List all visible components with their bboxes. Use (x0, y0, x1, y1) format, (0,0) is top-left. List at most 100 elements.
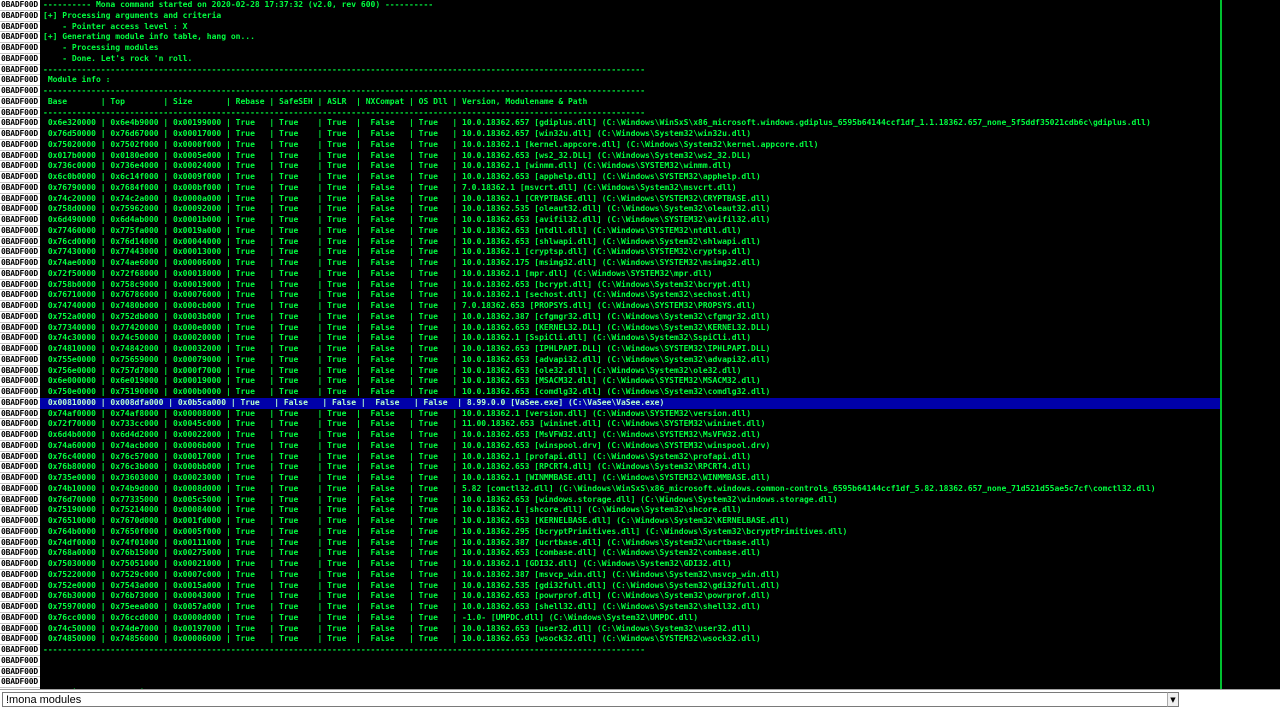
log-line[interactable]: 0BADF00D 0x6e000000 | 0x6e019000 | 0x000… (0, 376, 1220, 387)
log-line[interactable]: 0BADF00D 0x017b0000 | 0x0180e000 | 0x000… (0, 150, 1220, 162)
log-line[interactable]: 0BADF00D 0x6c0b0000 | 0x6c14f000 | 0x000… (0, 172, 1220, 183)
log-line[interactable]: 0BADF00D 0x736c0000 | 0x736e4000 | 0x000… (0, 161, 1220, 172)
log-line[interactable]: 0BADF00D 0x75190000 | 0x75214000 | 0x000… (0, 505, 1220, 516)
log-message: 0x017b0000 | 0x0180e000 | 0x0005e000 | T… (43, 150, 752, 160)
log-address: 0BADF00D (0, 150, 40, 162)
log-message: 0x76510000 | 0x7670d000 | 0x001fd000 | T… (43, 516, 790, 525)
log-line[interactable]: 0BADF00D 0x76cc0000 | 0x76ccd000 | 0x000… (0, 612, 1220, 624)
log-address: 0BADF00D (0, 268, 40, 280)
log-line[interactable]: 0BADF00D 0x6e320000 | 0x6e4b9000 | 0x001… (0, 118, 1220, 129)
log-line[interactable]: 0BADF00D 0x72f70000 | 0x733cc000 | 0x004… (0, 419, 1220, 430)
log-line[interactable]: 0BADF00D 0x750e0000 | 0x75190000 | 0x000… (0, 387, 1220, 398)
log-line[interactable]: 0BADF00D 0x74c20000 | 0x74c2a000 | 0x000… (0, 193, 1220, 205)
log-message: [+] Processing arguments and criteria (43, 10, 222, 20)
log-address: 0BADF00D (0, 537, 40, 549)
log-address: 0BADF00D (0, 129, 40, 140)
log-line[interactable]: 0BADF00D 0x00810000 | 0x008dfa000 | 0x0b… (0, 397, 1220, 409)
log-line[interactable]: 0BADF00D 0x758b0000 | 0x758c9000 | 0x000… (0, 279, 1220, 291)
log-address: 0BADF00D (0, 473, 40, 484)
log-address: 0BADF00D (0, 182, 40, 194)
log-line[interactable]: 0BADF00D Base | Top | Size | Rebase | Sa… (0, 96, 1220, 108)
log-line[interactable]: 0BADF00D (0, 677, 1220, 688)
log-line[interactable]: 0BADF00D 0x74740000 | 0x7480b000 | 0x000… (0, 301, 1220, 312)
log-line[interactable]: 0BADF00D 0x76b80000 | 0x76c3b000 | 0x000… (0, 462, 1220, 473)
log-address: 0BADF00D (0, 21, 40, 33)
log-message: 0x77430000 | 0x77443000 | 0x00013000 | T… (43, 247, 752, 257)
log-line[interactable]: 0BADF00D 0x74c50000 | 0x74de7000 | 0x001… (0, 623, 1220, 635)
log-line[interactable]: 0BADF00D --------------------------------… (0, 64, 1220, 76)
log-address: 0BADF00D (0, 451, 40, 463)
log-line[interactable]: 0BADF00D 0x74c30000 | 0x74c50000 | 0x000… (0, 333, 1220, 344)
log-line[interactable]: 0BADF00D 0x758d0000 | 0x75962000 | 0x000… (0, 204, 1220, 215)
log-address: 0BADF00D (0, 408, 40, 420)
log-message: 0x76d70000 | 0x77335000 | 0x005c5000 | T… (43, 494, 838, 504)
command-input[interactable] (2, 692, 1177, 707)
log-line[interactable]: 0BADF00D 0x764b0000 | 0x7650f000 | 0x000… (0, 526, 1220, 538)
log-message: 0x74af0000 | 0x74af8000 | 0x00008000 | T… (43, 408, 752, 418)
log-address: 0BADF00D (0, 440, 40, 452)
log-line[interactable]: 0BADF00D 0x74850000 | 0x74856000 | 0x000… (0, 634, 1220, 645)
log-line[interactable]: 0BADF00D 0x72f50000 | 0x72f68000 | 0x000… (0, 268, 1220, 280)
log-line[interactable]: 0BADF00D --------------------------------… (0, 86, 1220, 97)
log-line[interactable]: 0BADF00D --------------------------------… (0, 107, 1220, 119)
log-message: 0x76b80000 | 0x76c3b000 | 0x000bb000 | T… (43, 462, 752, 472)
log-address: 0BADF00D (0, 322, 40, 334)
side-pane (1222, 0, 1280, 689)
log-line[interactable]: 0BADF00D 0x735e0000 | 0x73603000 | 0x000… (0, 473, 1220, 484)
log-line[interactable]: 0BADF00D 0x77460000 | 0x775fa000 | 0x001… (0, 225, 1220, 237)
log-message: 0x76790000 | 0x7684f000 | 0x000bf000 | T… (43, 182, 737, 192)
log-line[interactable]: 0BADF00D 0x6d490000 | 0x6d4ab000 | 0x000… (0, 215, 1220, 226)
log-line[interactable]: 0BADF00D 0x752a0000 | 0x752db000 | 0x000… (0, 311, 1220, 323)
log-line[interactable]: 0BADF00D 0x74b10000 | 0x74b9d000 | 0x000… (0, 483, 1220, 495)
log-line[interactable]: 0BADF00D 0x75020000 | 0x7502f000 | 0x000… (0, 139, 1220, 151)
log-line[interactable]: 0BADF00D 0x76790000 | 0x7684f000 | 0x000… (0, 182, 1220, 194)
log-line[interactable]: 0BADF00D --------------------------------… (0, 645, 1220, 656)
log-message: 0x758b0000 | 0x758c9000 | 0x00019000 | T… (43, 279, 752, 289)
log-line[interactable]: 0BADF00D - Pointer access level : X (0, 21, 1220, 33)
log-line[interactable]: 0BADF00D 0x74a60000 | 0x74acb000 | 0x000… (0, 440, 1220, 452)
log-line[interactable]: 0BADF00D (0, 666, 1220, 678)
log-line[interactable]: 0BADF00D ---------- Mona command started … (0, 0, 1220, 11)
command-history-dropdown[interactable]: ▼ (1167, 692, 1179, 707)
log-line[interactable]: 0BADF00D 0x76d70000 | 0x77335000 | 0x005… (0, 494, 1220, 506)
log-message: 0x74c30000 | 0x74c50000 | 0x00020000 | T… (43, 333, 752, 343)
log-message: 0x72f70000 | 0x733cc000 | 0x0045c000 | T… (43, 419, 766, 429)
log-line[interactable]: 0BADF00D 0x752e0000 | 0x7543a000 | 0x001… (0, 580, 1220, 592)
log-line[interactable]: 0BADF00D 0x77340000 | 0x77420000 | 0x000… (0, 322, 1220, 334)
log-line[interactable]: 0BADF00D [+] Generating module info table… (0, 32, 1220, 43)
log-line[interactable]: 0BADF00D 0x74af0000 | 0x74af8000 | 0x000… (0, 408, 1220, 420)
log-message: 0x75970000 | 0x75eea000 | 0x0057a000 | T… (43, 602, 761, 611)
log-line[interactable]: 0BADF00D 0x75220000 | 0x7529c000 | 0x000… (0, 569, 1220, 581)
log-message: 0x76b30000 | 0x76b73000 | 0x00043000 | T… (43, 591, 771, 601)
log-address: 0BADF00D (0, 462, 40, 473)
log-message: 0x74df0000 | 0x74f01000 | 0x00111000 | T… (43, 537, 771, 547)
log-line[interactable]: 0BADF00D Module info : (0, 75, 1220, 86)
log-line[interactable]: 0BADF00D - Done. Let's rock 'n roll. (0, 53, 1220, 65)
log-line[interactable]: 0BADF00D 0x768a0000 | 0x76b15000 | 0x002… (0, 548, 1220, 559)
log-line[interactable]: 0BADF00D [+] Processing arguments and cri… (0, 10, 1220, 22)
log-line[interactable]: 0BADF00D 0x74df0000 | 0x74f01000 | 0x001… (0, 537, 1220, 549)
log-line[interactable]: 0BADF00D (0, 655, 1220, 667)
log-line[interactable]: 0BADF00D 0x75030000 | 0x75051000 | 0x000… (0, 559, 1220, 570)
log-address: 0BADF00D (0, 623, 40, 635)
log-address: 0BADF00D (0, 365, 40, 377)
log-line[interactable]: 0BADF00D 0x76cd0000 | 0x76d14000 | 0x000… (0, 236, 1220, 248)
log-line[interactable]: 0BADF00D 0x756e0000 | 0x757d7000 | 0x000… (0, 365, 1220, 377)
log-line[interactable]: 0BADF00D 0x76510000 | 0x7670d000 | 0x001… (0, 516, 1220, 527)
log-line[interactable]: 0BADF00D 0x76710000 | 0x76786000 | 0x000… (0, 290, 1220, 301)
log-address: 0BADF00D (0, 548, 40, 559)
log-line[interactable]: 0BADF00D 0x74ae0000 | 0x74ae6000 | 0x000… (0, 258, 1220, 269)
log-address: 0BADF00D (0, 193, 40, 205)
log-message: - Done. Let's rock 'n roll. (43, 53, 193, 63)
log-line[interactable]: 0BADF00D 0x6d4b0000 | 0x6d4d2000 | 0x000… (0, 430, 1220, 441)
log-line[interactable]: 0BADF00D - Processing modules (0, 43, 1220, 54)
log-line[interactable]: 0BADF00D 0x76b30000 | 0x76b73000 | 0x000… (0, 591, 1220, 602)
log-line[interactable]: 0BADF00D 0x74810000 | 0x74842000 | 0x000… (0, 344, 1220, 355)
log-line[interactable]: 0BADF00D 0x76d50000 | 0x76d67000 | 0x000… (0, 129, 1220, 140)
log-line[interactable]: 0BADF00D 0x75970000 | 0x75eea000 | 0x005… (0, 602, 1220, 613)
log-line[interactable]: 0BADF00D 0x77430000 | 0x77443000 | 0x000… (0, 247, 1220, 258)
log-line[interactable]: 0BADF00D 0x76c40000 | 0x76c57000 | 0x000… (0, 451, 1220, 463)
log-message: 0x750e0000 | 0x75190000 | 0x000b0000 | T… (43, 387, 771, 396)
log-message: 0x76d50000 | 0x76d67000 | 0x00017000 | T… (43, 129, 752, 138)
log-line[interactable]: 0BADF00D 0x755e0000 | 0x75659000 | 0x000… (0, 354, 1220, 366)
